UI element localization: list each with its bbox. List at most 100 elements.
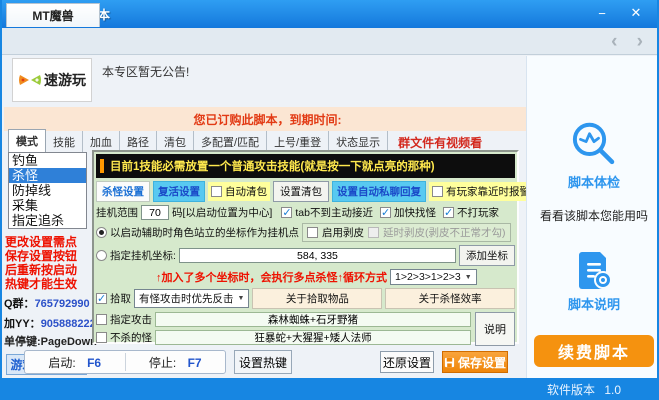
row-pickup: 拾取 有怪攻击时优先反击 ▼ 关于拾取物品 关于杀怪效率 xyxy=(96,288,515,309)
target-attack-label: 指定攻击 xyxy=(110,314,152,326)
qq-number: 765792990 xyxy=(34,298,90,310)
skinning-checkbox[interactable] xyxy=(307,227,318,238)
tab-skills[interactable]: 技能 xyxy=(46,131,83,153)
mode-item-hunt[interactable]: 指定追杀 xyxy=(9,213,86,228)
tab-nav: ‹ › xyxy=(597,31,643,53)
revive-settings-button[interactable]: 复活设置 xyxy=(153,181,205,202)
mode-item-kill[interactable]: 杀怪 xyxy=(9,168,86,183)
yy-contact: 加YY：905888222 xyxy=(4,315,96,331)
app-window: 速游玩-已加载脚本 − ✕ MT魔兽 ‹ › 速游玩 本专区暂无公告! 您已订购… xyxy=(0,0,659,400)
counter-mode-value: 有怪攻击时优先反击 xyxy=(139,293,234,305)
settings-warning: 更改设置需点 保存设置按钮 后重新按启动 热键才能生效 xyxy=(5,235,91,291)
target-attack-input[interactable] xyxy=(155,312,471,327)
nav-left-icon[interactable]: ‹ xyxy=(611,31,617,52)
dropdown-arrow-icon: ▼ xyxy=(464,273,472,281)
mode-item-antidrop[interactable]: 防掉线 xyxy=(9,183,86,198)
set-clear-bag-button[interactable]: 设置清包 xyxy=(273,181,329,202)
minimize-button[interactable]: − xyxy=(587,0,617,26)
version-value: 1.0 xyxy=(604,383,622,397)
loop-mode-dropdown[interactable]: 1>2>3>1>2>3 ▼ xyxy=(390,269,477,285)
yy-number: 905888222 xyxy=(40,318,96,330)
player-alarm-checkbox[interactable] xyxy=(432,186,443,197)
skinning-group: 启用剥皮 延时剥皮(剥皮不正常才勾) xyxy=(302,223,511,242)
tab-mode[interactable]: 模式 xyxy=(8,129,46,153)
no-kill-label: 不杀的怪 xyxy=(110,332,152,344)
player-alarm-label: 有玩家靠近时报警 xyxy=(446,186,530,198)
mode-item-gather[interactable]: 采集 xyxy=(9,198,86,213)
dropdown-arrow-icon: ▼ xyxy=(237,295,245,302)
marquee-text: 目前1技能必需放置一个普通攻击技能(就是按一下就点亮的那种) xyxy=(110,161,435,173)
mode-sidebar: 钓鱼 杀怪 防掉线 采集 指定追杀 更改设置需点 保存设置按钮 后重新按启动 热… xyxy=(2,152,97,375)
no-attack-players-label: 不打玩家 xyxy=(456,207,499,219)
range-input[interactable] xyxy=(141,205,169,220)
coords-input[interactable] xyxy=(178,248,456,263)
range-suffix: 码[以启动位置为中心] xyxy=(172,207,273,219)
subscription-text: 您已订购此脚本，到期时间: xyxy=(193,112,342,127)
stop-label: 停止: xyxy=(148,355,177,370)
row-range: 挂机范围 码[以启动位置为中心] tab不到主动接近 加快找怪 不打玩家 xyxy=(96,205,515,220)
fast-find-checkbox[interactable] xyxy=(379,206,391,219)
start-key: F6 xyxy=(87,355,102,370)
kill-settings-panel: 目前1技能必需放置一个普通攻击技能(就是按一下就点亮的那种) 杀怪设置 复活设置… xyxy=(92,150,533,346)
renew-script-button[interactable]: 续费脚本 xyxy=(534,335,654,367)
row-target-attack: 指定攻击 xyxy=(96,312,471,327)
mode-item-fishing[interactable]: 钓鱼 xyxy=(9,153,86,168)
set-hotkey-button[interactable]: 设置热键 xyxy=(234,350,292,374)
stop-hotkey: 停止: F7 xyxy=(126,354,226,371)
hotkey-box: 启动: F6 停止: F7 xyxy=(24,350,226,374)
mode-list: 钓鱼 杀怪 防掉线 采集 指定追杀 xyxy=(8,152,87,229)
yy-label: 加YY： xyxy=(4,318,41,330)
auto-clear-bag-checkbox[interactable] xyxy=(211,186,222,197)
footer-bar: 软件版本 1.0 xyxy=(2,378,657,400)
no-kill-input[interactable] xyxy=(155,330,471,345)
delay-skinning-checkbox[interactable] xyxy=(368,227,379,238)
game-tab[interactable]: MT魔兽 xyxy=(6,3,100,27)
no-attack-players-checkbox[interactable] xyxy=(442,206,454,219)
subscription-bar: 您已订购此脚本，到期时间: xyxy=(4,107,531,131)
tab-approach-checkbox[interactable] xyxy=(281,206,293,219)
row-loop-mode: ↑加入了多个坐标时，会执行多点杀怪↑循环方式 1>2>3>1>2>3 ▼ xyxy=(96,269,515,285)
auto-reply-button[interactable]: 设置自动私聊回复 xyxy=(332,181,426,202)
no-kill-checkbox[interactable] xyxy=(96,332,107,343)
start-position-label: 以启动辅助时角色站立的坐标作为挂机点 xyxy=(110,227,299,239)
about-efficiency-button[interactable]: 关于杀怪效率 xyxy=(385,288,515,309)
custom-position-radio[interactable] xyxy=(96,250,107,261)
close-button[interactable]: ✕ xyxy=(621,0,651,26)
script-manual-label[interactable]: 脚本说明 xyxy=(568,294,620,313)
start-hotkey: 启动: F6 xyxy=(25,354,125,371)
warning-line: 热键才能生效 xyxy=(5,277,78,291)
add-coord-button[interactable]: 添加坐标 xyxy=(459,245,515,266)
row-settings-buttons: 杀怪设置 复活设置 自动清包 设置清包 设置自动私聊回复 有玩家靠近时报警 xyxy=(96,181,533,202)
help-button[interactable]: 说明 xyxy=(475,312,515,346)
stop-key: F7 xyxy=(187,355,202,370)
row-no-kill: 不杀的怪 xyxy=(96,330,471,345)
script-checkup-label[interactable]: 脚本体检 xyxy=(568,172,620,191)
nav-right-icon[interactable]: › xyxy=(637,31,643,52)
announcement: 本专区暂无公告! xyxy=(102,65,190,79)
script-checkup-icon[interactable] xyxy=(567,118,621,172)
player-alarm-option: 有玩家靠近时报警 xyxy=(429,182,533,201)
kill-settings-tab[interactable]: 杀怪设置 xyxy=(96,181,150,202)
auto-clear-bag-label: 自动清包 xyxy=(225,186,267,198)
save-label: 保存设置 xyxy=(457,355,506,370)
restore-settings-button[interactable]: 还原设置 xyxy=(380,351,434,373)
right-sidebar: 脚本体检 看看该脚本您能用吗 脚本说明 续费脚本 xyxy=(526,56,657,378)
row-position-mode: 以启动辅助时角色站立的坐标作为挂机点 启用剥皮 延时剥皮(剥皮不正常才勾) xyxy=(96,223,515,242)
hotkey-bar: 启动: F6 停止: F7 设置热键 还原设置 保存设置 xyxy=(2,346,532,378)
notice-marquee: 目前1技能必需放置一个普通攻击技能(就是按一下就点亮的那种) xyxy=(96,154,515,178)
delay-skinning-label: 延时剥皮(剥皮不正常才勾) xyxy=(383,227,506,239)
row-custom-position: 指定挂机坐标: 添加坐标 xyxy=(96,245,515,266)
range-label: 挂机范围 xyxy=(96,207,138,219)
start-position-radio[interactable] xyxy=(96,227,107,238)
document-tabstrip xyxy=(2,28,657,55)
start-label: 启动: xyxy=(48,355,76,370)
counter-mode-dropdown[interactable]: 有怪攻击时优先反击 ▼ xyxy=(134,289,250,308)
qq-group: Q群：765792990 xyxy=(4,295,91,311)
qq-label: Q群： xyxy=(4,298,35,310)
about-pickup-button[interactable]: 关于拾取物品 xyxy=(252,288,383,309)
save-settings-button[interactable]: 保存设置 xyxy=(442,351,508,373)
pickup-checkbox[interactable] xyxy=(96,292,107,305)
target-attack-checkbox[interactable] xyxy=(96,314,107,325)
tab-approach-label: tab不到主动接近 xyxy=(295,207,373,219)
script-manual-icon[interactable] xyxy=(570,246,618,294)
